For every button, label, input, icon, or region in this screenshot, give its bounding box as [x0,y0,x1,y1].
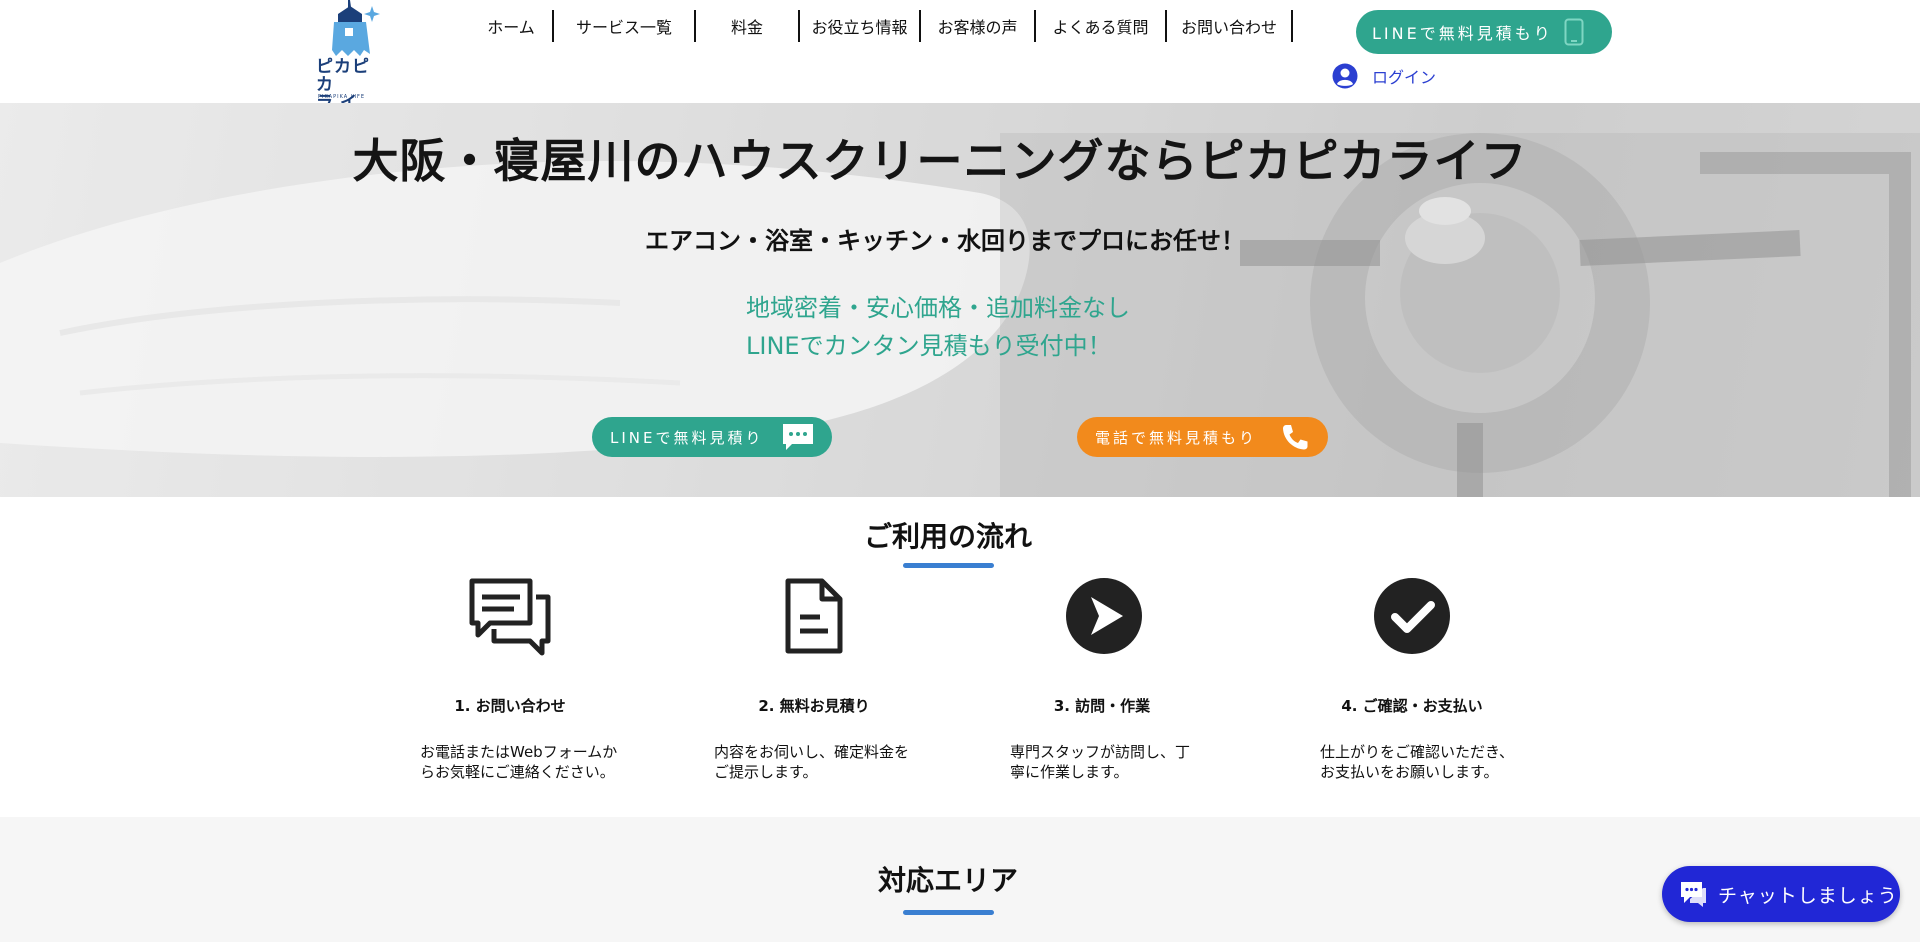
login-label: ログイン [1372,68,1437,87]
logo-subtext: PIKAPIKA LIFE [318,94,366,100]
flow-step-3-desc-line1: 専門スタッフが訪問し、丁 [1010,743,1191,761]
nav-item-tips[interactable]: お役立ち情報 [800,10,921,42]
smartphone-icon [1564,18,1584,46]
phone-handset-icon [1283,425,1308,450]
flow-section: ご利用の流れ 1. お問い合わせ お電話またはWebフォームか らお気軽にご連絡… [0,497,1920,817]
flow-title-underline [903,563,994,568]
hero-tel-estimate-button[interactable]: 電話で無料見積もり [1077,417,1328,457]
nav-item-home[interactable]: ホーム [470,10,554,42]
hero-section: 大阪・寝屋川のハウスクリーニングならピカピカライフ エアコン・浴室・キッチン・水… [0,103,1920,497]
user-avatar-icon [1332,63,1358,89]
nav-item-reviews[interactable]: お客様の声 [921,10,1036,42]
flow-step-3-title: 3. 訪問・作業 [1053,697,1151,715]
login-link[interactable]: ログイン [1332,60,1436,92]
header-line-estimate-button[interactable]: LINEで無料見積もり [1356,10,1612,54]
hero-tagline-line2: LINEでカンタン見積もり受付中！ [746,332,1112,360]
check-circle-icon [1374,578,1450,654]
flow-step-3-desc-line2: 寧に作業します。 [1010,763,1129,781]
chat-bubble-icon [1681,882,1706,907]
flow-step-1-desc: お電話またはWebフォームか らお気軽にご連絡ください。 [420,742,617,782]
arrow-circle-icon [1066,578,1142,654]
hero-line-estimate-label: LINEで無料見積り [610,428,764,447]
flow-step-1-desc-line1: お電話またはWebフォームか [420,743,618,761]
nav-item-faq[interactable]: よくある質問 [1036,10,1167,42]
flow-step-2-desc: 内容をお伺いし、確定料金を ご提示します。 [714,742,909,782]
hero-title: 大阪・寝屋川のハウスクリーニングならピカピカライフ [352,134,1528,188]
area-section-title: 対応エリア [877,864,1018,897]
chat-widget-label: チャットしましょう [1718,884,1898,907]
flow-step-1-title: 1. お問い合わせ [454,697,566,715]
flow-step-4-desc-line2: お支払いをお願いします。 [1320,763,1499,781]
logo-text-line1: ピカピカ [316,57,370,95]
document-icon [785,578,843,654]
flow-step-1-desc-line2: らお気軽にご連絡ください。 [420,763,615,781]
header-line-estimate-label: LINEで無料見積もり [1372,24,1553,43]
flow-step-2-desc-line1: 内容をお伺いし、確定料金を [714,743,910,761]
area-title-underline [903,910,994,915]
hero-subtitle: エアコン・浴室・キッチン・水回りまでプロにお任せ！ [645,227,1245,255]
main-nav: ホーム サービス一覧 料金 お役立ち情報 お客様の声 よくある質問 お問い合わせ [470,10,1293,42]
site-header: ピカピカ ライフ PIKAPIKA LIFE ホーム サービス一覧 料金 お役立… [0,0,1920,130]
hero-tagline: 地域密着・安心価格・追加料金なし LINEでカンタン見積もり受付中！ [746,289,1206,365]
message-dots-icon [783,424,813,450]
chat-bubbles-icon [469,578,551,656]
flow-step-4-desc: 仕上がりをご確認いただき、 お支払いをお願いします。 [1320,742,1514,782]
service-area-section: 対応エリア [0,817,1920,942]
flow-step-2-desc-line2: ご提示します。 [714,763,818,781]
flow-step-3-desc: 専門スタッフが訪問し、丁 寧に作業します。 [1010,742,1190,782]
broom-house-logo-icon [332,0,380,56]
nav-item-contact[interactable]: お問い合わせ [1167,10,1293,42]
flow-step-2-title: 2. 無料お見積り [758,697,870,715]
flow-section-title: ご利用の流れ [863,520,1032,553]
nav-item-pricing[interactable]: 料金 [696,10,800,42]
nav-item-services[interactable]: サービス一覧 [554,10,696,42]
hero-line-estimate-button[interactable]: LINEで無料見積り [592,417,832,457]
hero-tel-estimate-label: 電話で無料見積もり [1095,428,1258,447]
flow-step-4-title: 4. ご確認・お支払い [1341,697,1483,715]
hero-tagline-line1: 地域密着・安心価格・追加料金なし [746,294,1130,322]
chat-widget-button[interactable]: チャットしましょう [1662,866,1900,922]
flow-step-4-desc-line1: 仕上がりをご確認いただき、 [1320,743,1514,761]
